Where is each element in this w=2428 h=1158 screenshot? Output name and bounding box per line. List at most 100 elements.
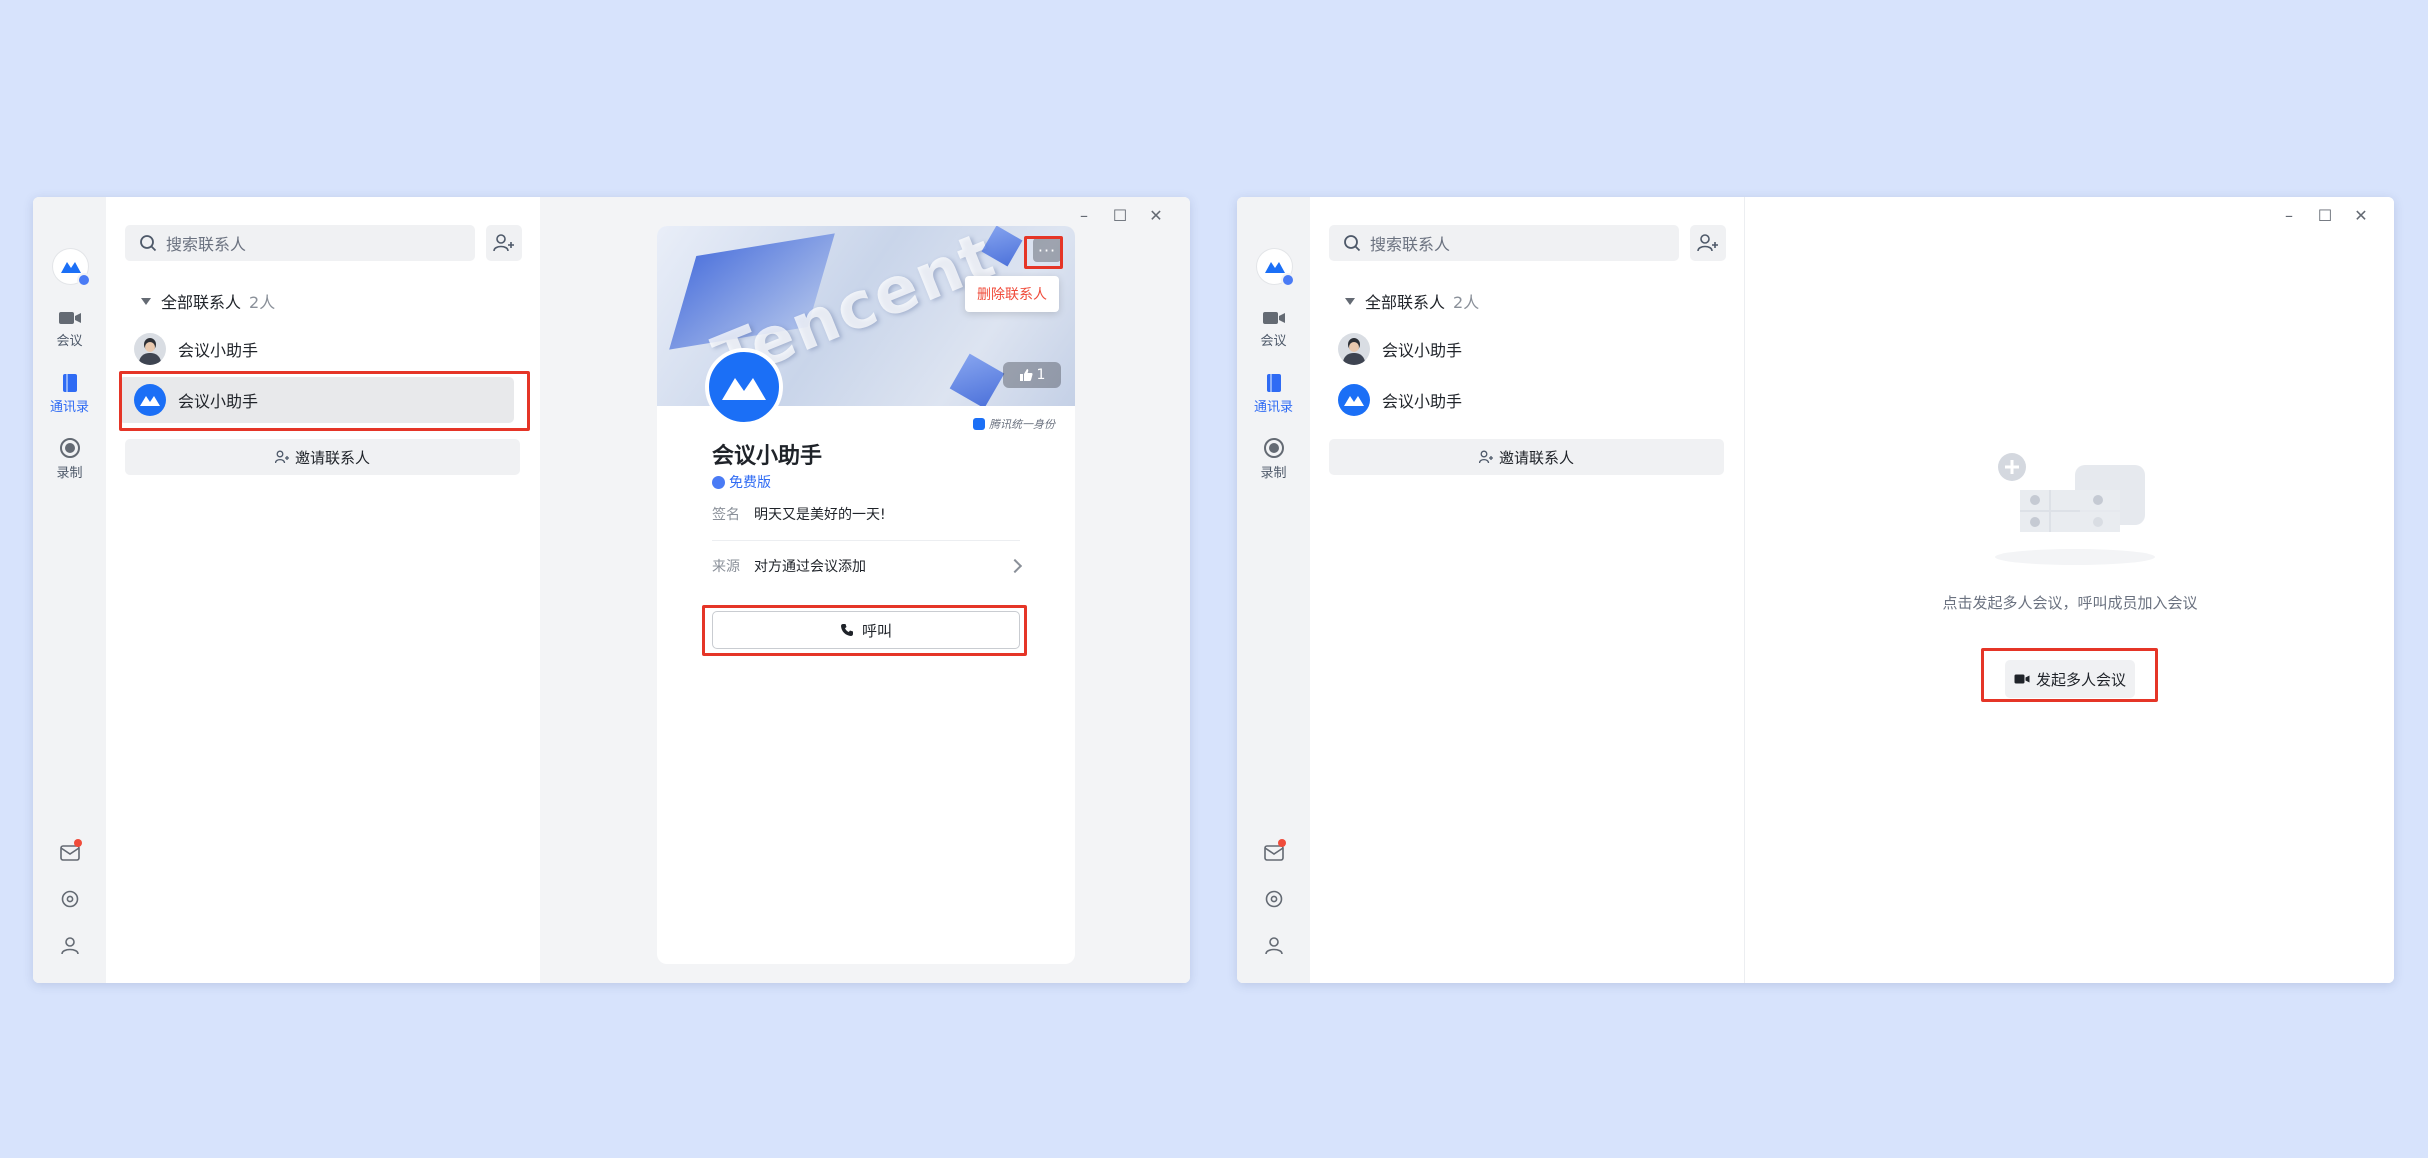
contact-item[interactable]: 会议小助手 bbox=[119, 326, 514, 372]
nav-meeting-label: 会议 bbox=[56, 334, 83, 349]
app-logo-icon bbox=[1264, 261, 1285, 273]
contacts-window-right: 会议 通讯录 录制 搜索联系人 全部联系人 2人 会议小助手 会议小助手 邀请联… bbox=[1237, 197, 2394, 983]
edition-icon bbox=[712, 475, 725, 489]
source-key: 来源 bbox=[712, 559, 740, 575]
profile-button[interactable] bbox=[57, 932, 83, 958]
contact-item-selected[interactable]: 会议小助手 bbox=[119, 377, 514, 423]
gear-icon bbox=[1265, 890, 1283, 908]
video-camera-icon bbox=[58, 312, 81, 324]
video-camera-icon bbox=[1262, 312, 1285, 324]
profile-name: 会议小助手 bbox=[712, 444, 823, 469]
caret-down-icon bbox=[1345, 297, 1355, 305]
search-icon bbox=[1344, 235, 1361, 252]
contact-name: 会议小助手 bbox=[178, 392, 259, 411]
inbox-button[interactable] bbox=[1261, 839, 1287, 866]
app-logo[interactable] bbox=[1257, 249, 1295, 287]
add-contact-button[interactable] bbox=[486, 225, 522, 261]
nav-recording[interactable]: 录制 bbox=[1237, 437, 1310, 481]
signature-row: 签名 明天又是美好的一天! bbox=[712, 504, 886, 524]
group-label: 全部联系人 bbox=[1365, 293, 1446, 312]
profile-button[interactable] bbox=[1261, 932, 1287, 958]
more-button[interactable]: ··· bbox=[1033, 238, 1061, 262]
contact-item[interactable]: 会议小助手 bbox=[1323, 377, 1718, 423]
signature-value: 明天又是美好的一天! bbox=[754, 507, 886, 523]
nav-meeting[interactable]: 会议 bbox=[1237, 309, 1310, 349]
inbox-button[interactable] bbox=[57, 839, 83, 866]
banner-cube bbox=[949, 353, 1005, 406]
settings-button[interactable] bbox=[57, 886, 83, 912]
thumbs-up-icon bbox=[1019, 369, 1033, 381]
video-camera-icon bbox=[2014, 674, 2030, 684]
invite-label: 邀请联系人 bbox=[1498, 448, 1574, 467]
mail-icon bbox=[60, 845, 80, 861]
invite-label: 邀请联系人 bbox=[294, 448, 370, 467]
start-multi-meeting-label: 发起多人会议 bbox=[2035, 670, 2126, 689]
user-icon bbox=[61, 937, 79, 955]
gear-icon bbox=[61, 890, 79, 908]
add-user-icon bbox=[1697, 234, 1718, 252]
divider bbox=[712, 540, 1020, 541]
invite-contact-button[interactable]: 邀请联系人 bbox=[1329, 439, 1724, 475]
app-logo[interactable] bbox=[53, 249, 91, 287]
add-contact-button[interactable] bbox=[1690, 225, 1726, 261]
contact-name: 会议小助手 bbox=[1382, 392, 1463, 411]
invite-contact-button[interactable]: 邀请联系人 bbox=[125, 439, 520, 475]
contact-item[interactable]: 会议小助手 bbox=[1323, 326, 1718, 372]
close-icon[interactable]: ✕ bbox=[1138, 203, 1174, 227]
app-logo-icon bbox=[60, 261, 81, 273]
contact-list-panel: 搜索联系人 全部联系人 2人 会议小助手 会议小助手 邀请联系人 bbox=[1310, 197, 1744, 983]
edition-label: 免费版 bbox=[729, 475, 771, 491]
search-icon bbox=[140, 235, 157, 252]
nav-recording-label: 录制 bbox=[1260, 466, 1287, 481]
record-icon bbox=[1263, 438, 1284, 458]
edition-badge: 免费版 bbox=[712, 472, 771, 492]
nav-recording-label: 录制 bbox=[56, 466, 83, 481]
nav-contacts[interactable]: 通讯录 bbox=[33, 373, 106, 415]
nav-meeting[interactable]: 会议 bbox=[33, 309, 106, 349]
search-placeholder: 搜索联系人 bbox=[166, 235, 247, 254]
avatar bbox=[134, 333, 166, 365]
empty-state-hint: 点击发起多人会议，呼叫成员加入会议 bbox=[1942, 594, 2198, 612]
empty-detail-panel: – ☐ ✕ 点击发起多人会议，呼叫成员加入会议 发起多人会议 bbox=[1744, 197, 2394, 983]
record-icon bbox=[59, 438, 80, 458]
close-icon[interactable]: ✕ bbox=[2343, 203, 2379, 227]
call-button[interactable]: 呼叫 bbox=[712, 611, 1020, 649]
likes-count: 1 bbox=[1036, 367, 1046, 383]
group-count: 2人 bbox=[249, 293, 276, 312]
search-input[interactable]: 搜索联系人 bbox=[125, 225, 475, 261]
maximize-icon[interactable]: ☐ bbox=[1102, 203, 1138, 227]
settings-button[interactable] bbox=[1261, 886, 1287, 912]
nav-recording[interactable]: 录制 bbox=[33, 437, 106, 481]
signature-key: 签名 bbox=[712, 507, 740, 523]
add-user-icon bbox=[274, 450, 289, 464]
source-row[interactable]: 来源 对方通过会议添加 bbox=[712, 556, 866, 576]
verified-badge-icon bbox=[1281, 273, 1295, 287]
add-user-icon bbox=[1478, 450, 1493, 464]
minimize-icon[interactable]: – bbox=[2271, 203, 2307, 227]
contact-group-header[interactable]: 全部联系人 2人 bbox=[1345, 289, 1479, 313]
contact-list-panel: 搜索联系人 全部联系人 2人 会议小助手 会议小助手 邀请联系人 bbox=[106, 197, 540, 983]
chevron-right-icon bbox=[1007, 558, 1023, 574]
brand-logo-icon bbox=[1344, 396, 1364, 406]
search-placeholder: 搜索联系人 bbox=[1370, 235, 1451, 254]
delete-contact-menu-item[interactable]: 删除联系人 bbox=[965, 276, 1059, 312]
source-value: 对方通过会议添加 bbox=[754, 559, 866, 575]
contact-group-header[interactable]: 全部联系人 2人 bbox=[141, 289, 275, 313]
nav-contacts[interactable]: 通讯录 bbox=[1237, 373, 1310, 415]
identity-label: 腾讯统一身份 bbox=[989, 418, 1055, 431]
search-input[interactable]: 搜索联系人 bbox=[1329, 225, 1679, 261]
contact-name: 会议小助手 bbox=[1382, 341, 1463, 360]
phone-icon bbox=[840, 624, 853, 636]
avatar bbox=[1338, 384, 1370, 416]
minimize-icon[interactable]: – bbox=[1066, 203, 1102, 227]
call-label: 呼叫 bbox=[861, 621, 892, 640]
start-multi-meeting-button[interactable]: 发起多人会议 bbox=[2005, 660, 2135, 698]
window-controls: – ☐ ✕ bbox=[2271, 203, 2379, 227]
contact-detail-panel: – ☐ ✕ Tencent 1 ··· 删除联系人 腾讯统一身份 会议小助手 免… bbox=[540, 197, 1190, 983]
profile-card: Tencent 1 ··· 删除联系人 腾讯统一身份 会议小助手 免费版 签名 … bbox=[657, 226, 1075, 964]
maximize-icon[interactable]: ☐ bbox=[2307, 203, 2343, 227]
add-user-icon bbox=[493, 234, 514, 252]
notification-dot bbox=[1278, 839, 1286, 847]
mail-icon bbox=[1264, 845, 1284, 861]
like-button[interactable]: 1 bbox=[1003, 362, 1061, 388]
